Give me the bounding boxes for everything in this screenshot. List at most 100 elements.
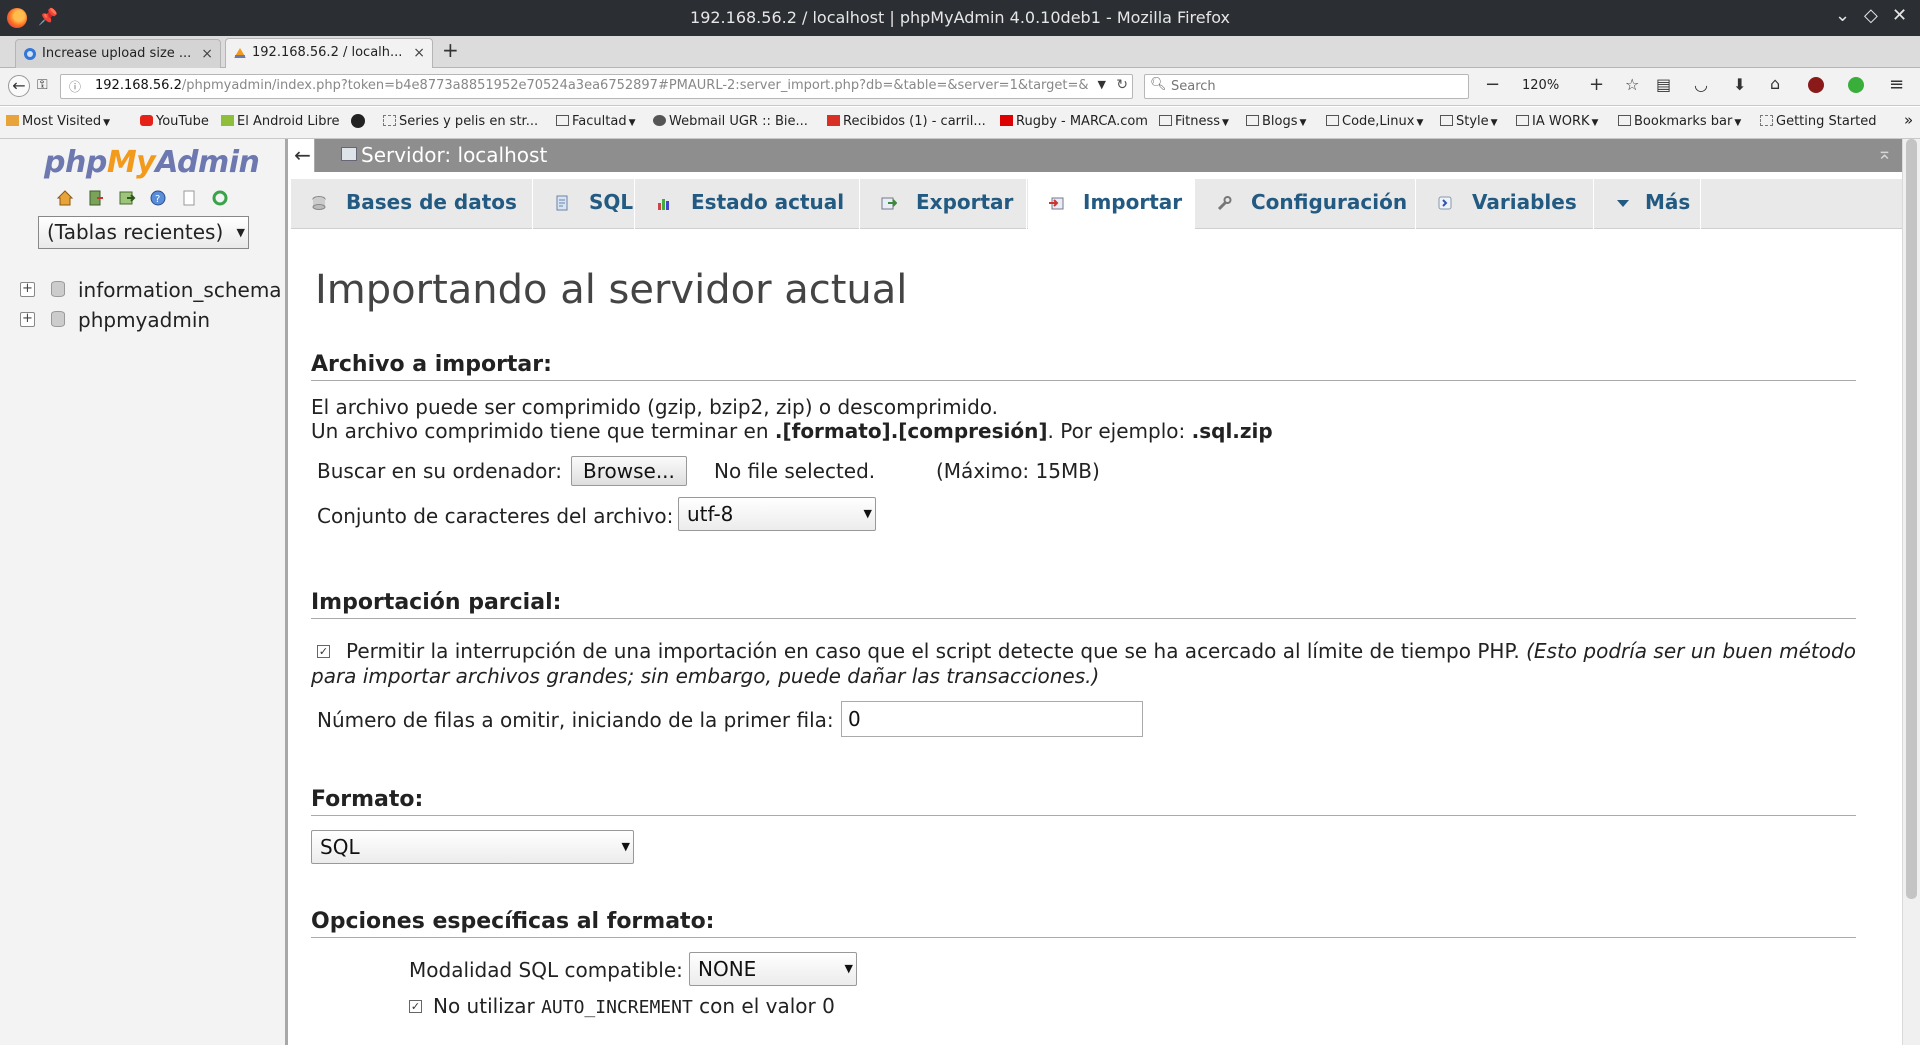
bookmark-most-visited[interactable]: Most Visited ▼ [6, 114, 110, 129]
docs-icon[interactable] [180, 189, 198, 207]
maximize-icon[interactable]: ◇ [1864, 5, 1878, 26]
allow-interrupt-label[interactable]: Permitir la interrupción de una importac… [346, 639, 1856, 663]
query-window-icon[interactable] [118, 189, 136, 207]
bookmark-star-icon[interactable]: ☆ [1625, 75, 1639, 94]
tab-close-icon[interactable]: × [413, 39, 425, 67]
folder-icon [1159, 115, 1172, 126]
tab-mas[interactable]: Más [1595, 179, 1701, 229]
export-icon [881, 197, 897, 210]
charset-label: Conjunto de caracteres del archivo: [317, 504, 674, 528]
pocket-icon[interactable]: ◡ [1694, 75, 1708, 94]
bookmark-webmail-ugr[interactable]: Webmail UGR :: Bie... [653, 114, 808, 129]
site-info-icon[interactable]: ⓘ [69, 78, 81, 95]
folder-icon [556, 115, 569, 126]
bookmark-ia-work[interactable]: IA WORK ▼ [1516, 114, 1598, 129]
db-name[interactable]: information_schema [78, 278, 282, 302]
tab-strip: Increase upload size ... × 192.168.56.2 … [0, 36, 1920, 69]
bookmark-rugby-marca[interactable]: Rugby - MARCA.com [1000, 114, 1148, 129]
bookmark-code-linux[interactable]: Code,Linux ▼ [1326, 114, 1423, 129]
expand-icon[interactable]: + [20, 312, 35, 327]
url-dropdown-icon[interactable]: ▼ [1098, 78, 1106, 91]
navigation-bar: ← ⚿ ⓘ 192.168.56.2/phpmyadmin/index.php?… [0, 68, 1920, 106]
zoom-in-button[interactable]: + [1589, 74, 1604, 95]
tab-close-icon[interactable]: × [201, 40, 213, 68]
bookmark-gmail[interactable]: Recibidos (1) - carril... [827, 114, 986, 129]
tab-exportar[interactable]: Exportar [861, 179, 1027, 229]
back-arrow-icon[interactable]: ← [8, 75, 30, 97]
minimize-icon[interactable]: ⌄ [1835, 5, 1850, 26]
help-icon[interactable]: ? [149, 189, 167, 207]
variables-icon [1438, 196, 1452, 210]
close-window-icon[interactable]: ✕ [1892, 5, 1907, 26]
bookmark-android-libre[interactable]: El Android Libre [221, 114, 340, 129]
expand-icon[interactable]: + [20, 282, 35, 297]
sql-icon [556, 195, 568, 211]
charset-select[interactable]: utf-8 ▼ [678, 497, 876, 531]
url-bar[interactable]: ⓘ 192.168.56.2/phpmyadmin/index.php?toke… [60, 74, 1133, 99]
home-icon[interactable]: ⌂ [1770, 74, 1780, 93]
page-title: Importando al servidor actual [315, 267, 908, 313]
bookmark-fitness[interactable]: Fitness ▼ [1159, 114, 1229, 129]
downloads-icon[interactable]: ⬇ [1733, 75, 1746, 94]
server-title[interactable]: Servidor: localhost [361, 143, 547, 167]
search-input[interactable] [1169, 78, 1459, 95]
tab-configuracion[interactable]: Configuración [1196, 179, 1416, 229]
db-tree-item-phpmyadmin[interactable]: + phpmyadmin [20, 308, 288, 332]
identity-key-icon[interactable]: ⚿ [37, 77, 48, 93]
file-help-line2: Un archivo comprimido tiene que terminar… [311, 419, 1273, 443]
hamburger-menu-icon[interactable]: ≡ [1889, 74, 1904, 95]
url-text[interactable]: 192.168.56.2/phpmyadmin/index.php?token=… [95, 78, 1095, 93]
new-tab-button[interactable]: + [442, 38, 459, 62]
search-bar[interactable]: 🔍︎ [1144, 74, 1469, 99]
db-tree-item-information-schema[interactable]: + information_schema [20, 278, 288, 302]
bookmark-style[interactable]: Style ▼ [1440, 114, 1498, 129]
triangle-down-icon [1617, 200, 1629, 207]
browse-button[interactable]: Browse... [571, 456, 687, 486]
format-select[interactable]: SQL ▼ [311, 830, 634, 864]
tab-importar[interactable]: Importar [1028, 179, 1195, 230]
recent-tables-select[interactable]: (Tablas recientes) ▼ [38, 216, 249, 249]
bookmark-bookmarks-bar[interactable]: Bookmarks bar ▼ [1618, 114, 1741, 129]
reading-list-icon[interactable]: ▤ [1656, 75, 1671, 94]
dropdown-arrow-icon: ▼ [236, 226, 245, 239]
tab-estado-actual[interactable]: Estado actual [636, 179, 860, 229]
ublock-icon[interactable] [1808, 77, 1824, 93]
sql-compat-select[interactable]: NONE ▼ [689, 952, 857, 986]
reload-nav-icon[interactable] [211, 189, 229, 207]
collapse-nav-arrow-icon[interactable]: ← [291, 139, 315, 172]
browser-tab-upload-size[interactable]: Increase upload size ... × [15, 39, 221, 68]
bookmark-youtube[interactable]: YouTube [140, 114, 209, 129]
bookmark-facultad[interactable]: Facultad ▼ [556, 114, 636, 129]
tab-sql[interactable]: SQL [534, 179, 635, 229]
scrollbar-thumb[interactable] [1906, 139, 1917, 899]
db-name[interactable]: phpmyadmin [78, 308, 210, 332]
bookmarks-overflow-button[interactable]: » [1904, 111, 1913, 129]
skip-rows-label: Número de filas a omitir, iniciando de l… [317, 708, 834, 732]
logout-icon[interactable] [87, 189, 105, 207]
tab-bases-de-datos[interactable]: Bases de datos [291, 179, 533, 229]
no-auto-increment-checkbox[interactable]: ✓ [409, 1000, 422, 1013]
bookmark-blogs[interactable]: Blogs ▼ [1246, 114, 1306, 129]
page-icon [383, 115, 396, 126]
zoom-level[interactable]: 120% [1522, 78, 1559, 93]
dropdown-arrow-icon: ▼ [844, 962, 853, 975]
reload-icon[interactable]: ↻ [1116, 77, 1128, 93]
home-icon[interactable] [56, 189, 74, 207]
zoom-out-button[interactable]: − [1485, 74, 1500, 95]
collapse-top-icon[interactable]: ⌅ [1877, 143, 1892, 164]
page-scrollbar[interactable] [1902, 139, 1920, 1045]
no-auto-increment-label[interactable]: No utilizar AUTO_INCREMENT con el valor … [433, 994, 835, 1018]
skip-rows-input[interactable]: 0 [841, 701, 1143, 737]
phpmyadmin-logo[interactable]: phpMyAdmin [44, 145, 260, 180]
ugr-icon [653, 115, 666, 126]
tab-variables[interactable]: Variables [1417, 179, 1594, 229]
bookmark-getting-started[interactable]: Getting Started [1760, 114, 1877, 129]
bookmark-github[interactable] [351, 114, 368, 131]
extension-id-icon[interactable] [1848, 77, 1864, 93]
wrench-icon [1217, 196, 1232, 211]
tab-label: 192.168.56.2 / localh... [252, 45, 403, 60]
allow-interrupt-checkbox[interactable]: ✓ [317, 645, 330, 658]
bookmark-series-pelis[interactable]: Series y pelis en str... [383, 114, 538, 129]
window-titlebar: 📌 192.168.56.2 / localhost | phpMyAdmin … [0, 0, 1920, 36]
browser-tab-phpmyadmin[interactable]: 192.168.56.2 / localh... × [225, 38, 433, 69]
